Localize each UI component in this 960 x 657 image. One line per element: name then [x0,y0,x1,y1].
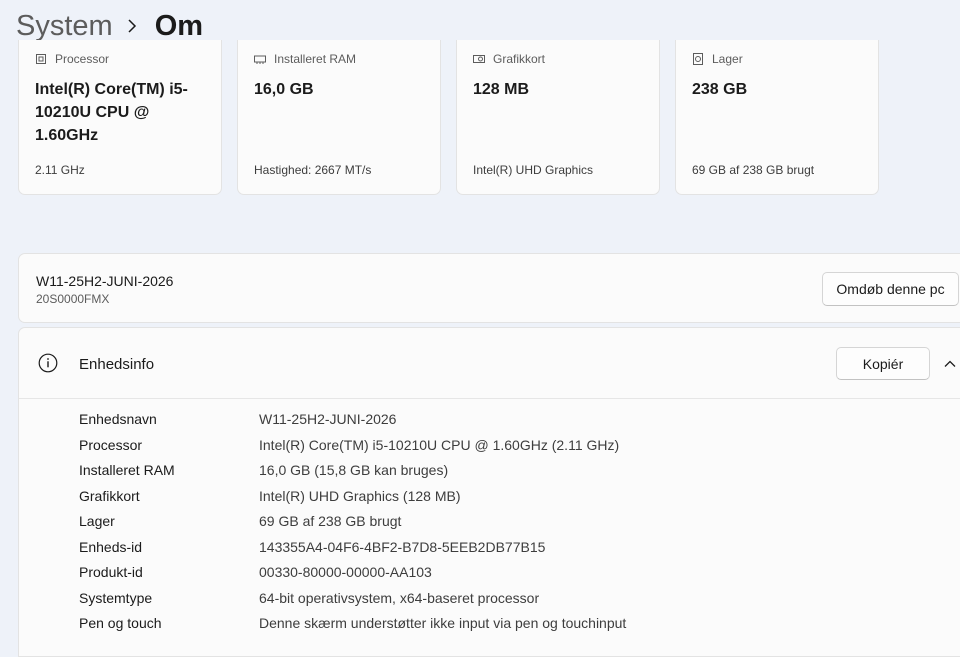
device-info-header[interactable]: Enhedsinfo Kopiér [19,328,960,399]
spec-row-value: 64-bit operativsystem, x64-baseret proce… [259,589,540,606]
spec-row-value: 69 GB af 238 GB brugt [259,513,402,529]
spec-row-label: Enhedsnavn [79,411,157,427]
breadcrumb-system[interactable]: System [16,10,113,43]
device-spec-row: Grafikkort Intel(R) UHD Graphics (128 MB… [19,485,960,511]
spec-card-title: Lager [712,52,743,66]
device-spec-row: Processor Intel(R) Core(TM) i5-10210U CP… [19,434,960,460]
spec-row-label: Pen og touch [79,615,162,631]
ram-icon [254,53,266,65]
ram-card: Installeret RAM 16,0 GB Hastighed: 2667 … [237,40,441,195]
spec-row-value: 00330-80000-00000-AA103 [259,564,432,580]
info-icon [38,353,58,373]
pc-model: 20S0000FMX [36,292,110,306]
spec-card-title: Processor [55,52,110,66]
spec-row-value: Intel(R) Core(TM) i5-10210U CPU @ 1.60GH… [259,436,620,453]
storage-icon [692,53,704,65]
rename-pc-button[interactable]: Omdøb denne pc [822,272,959,306]
spec-card-title: Grafikkort [493,52,546,66]
device-spec-row: Pen og touch Denne skærm understøtter ik… [19,612,960,638]
spec-row-label: Lager [79,513,115,529]
spec-card-header: Lager [692,52,743,66]
spec-row-label: Processor [79,436,143,453]
processor-value: Intel(R) Core(TM) i5-10210U CPU @ 1.60GH… [35,81,188,144]
ram-speed: Hastighed: 2667 MT/s [254,163,372,177]
spec-row-label: Installeret RAM [79,462,175,478]
spec-row-value: Denne skærm understøtter ikke input via … [259,615,627,631]
processor-speed: 2.11 GHz [35,163,85,177]
processor-card: Processor Intel(R) Core(TM) i5-10210U CP… [18,40,222,195]
graphics-card-icon [473,53,485,65]
device-info-panel: Enhedsinfo Kopiér Enhedsnavn W11-25H2-JU… [18,327,960,657]
device-info-title: Enhedsinfo [79,356,155,373]
copy-button[interactable]: Kopiér [836,347,930,380]
page-title: Om [154,9,204,42]
storage-value: 238 GB [692,81,748,98]
spec-row-label: Systemtype [79,589,153,606]
device-spec-row: Lager 69 GB af 238 GB brugt [19,510,960,536]
spec-row-label: Enheds-id [79,538,143,555]
device-spec-row: Produkt-id 00330-80000-00000-AA103 [19,561,960,587]
spec-row-value: 16,0 GB (15,8 GB kan bruges) [259,462,449,478]
chevron-up-icon[interactable] [943,357,957,371]
device-spec-row: Enheds-id 143355A4-04F6-4BF2-B7D8-5EEB2D… [19,536,960,562]
spec-card-header: Grafikkort [473,52,545,66]
device-spec-row: Enhedsnavn W11-25H2-JUNI-2026 [19,408,960,434]
spec-card-title: Installeret RAM [274,52,357,66]
spec-row-label: Produkt-id [79,564,143,580]
graphics-memory-value: 128 MB [473,81,530,98]
spec-card-header: Processor [35,52,109,66]
spec-row-value: Intel(R) UHD Graphics (128 MB) [259,487,461,504]
storage-card: Lager 238 GB 69 GB af 238 GB brugt [675,40,879,195]
processor-icon [35,53,47,65]
device-spec-list: Enhedsnavn W11-25H2-JUNI-2026 Processor … [19,408,960,638]
graphics-card: Grafikkort 128 MB Intel(R) UHD Graphics [456,40,660,195]
device-spec-row: Systemtype 64-bit operativsystem, x64-ba… [19,587,960,613]
graphics-card-name: Intel(R) UHD Graphics [473,163,594,177]
storage-usage: 69 GB af 238 GB brugt [692,163,815,177]
pc-name-card: W11-25H2-JUNI-2026 20S0000FMX Omdøb denn… [18,253,960,323]
chevron-right-icon [127,19,137,33]
ram-value: 16,0 GB [254,81,314,98]
device-spec-row: Installeret RAM 16,0 GB (15,8 GB kan bru… [19,459,960,485]
pc-name: W11-25H2-JUNI-2026 [36,273,174,289]
spec-row-value: 143355A4-04F6-4BF2-B7D8-5EEB2DB77B15 [259,538,546,555]
spec-row-label: Grafikkort [79,487,140,504]
spec-card-header: Installeret RAM [254,52,356,66]
spec-row-value: W11-25H2-JUNI-2026 [259,411,397,427]
